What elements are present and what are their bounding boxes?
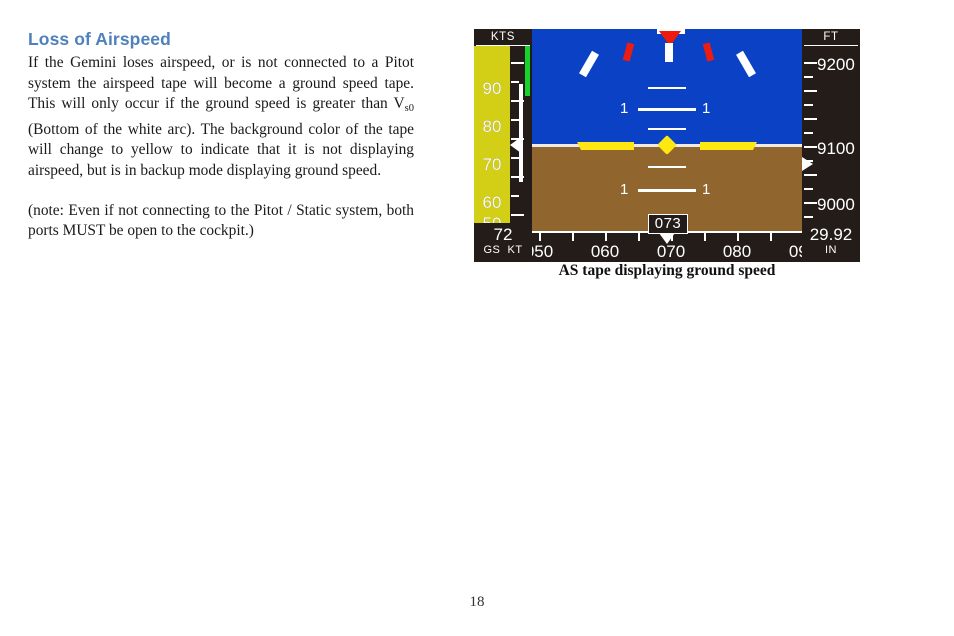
page-number: 18: [469, 594, 485, 610]
altitude-label-9000: 9000: [817, 195, 855, 214]
kt-label: KT: [507, 244, 523, 256]
altitude-tick-major: [804, 90, 817, 92]
airspeed-tick-minor: [511, 119, 519, 121]
airspeed-tick-major: [511, 214, 524, 216]
altitude-label-9200: 9200: [817, 55, 855, 74]
heading-tape: 050 060 070 080 090: [532, 231, 802, 262]
pitch-bar-plus-15: [648, 87, 686, 89]
article-paragraph-2: (note: Even if not connecting to the Pit…: [28, 201, 414, 240]
altitude-tick-major: [804, 146, 817, 148]
altitude-tick-minor: [804, 104, 813, 106]
airspeed-label-80: 80: [482, 117, 502, 136]
heading-tick: [572, 233, 574, 241]
heading-tick: [737, 233, 739, 241]
primary-flight-display: KTS FT 90 80 70 60 50 72: [474, 29, 860, 262]
heading-label-080: 080: [722, 242, 752, 261]
airspeed-tick-minor: [511, 81, 519, 83]
airspeed-tick-minor: [511, 157, 519, 159]
airspeed-label-70: 70: [482, 155, 502, 174]
aircraft-symbol-left-wing: [577, 142, 634, 150]
heading-readout-box: 073: [648, 214, 688, 234]
airspeed-tick-major: [511, 62, 524, 64]
altitude-tick-major: [804, 118, 817, 120]
white-arc-band: [519, 84, 523, 182]
aircraft-symbol-right-wing: [700, 142, 757, 150]
pitch-bar-minus-5: [648, 166, 686, 168]
pitch-label-plus10-left: 1: [620, 100, 629, 117]
pitch-bar-plus-5: [648, 128, 686, 130]
ground-speed-readout: 72 GS KT: [474, 223, 532, 262]
vs0-subscript: s0: [404, 103, 414, 115]
heading-label-070: 070: [656, 242, 686, 261]
heading-tick: [770, 233, 772, 241]
attitude-indicator: 1 1 1 1: [532, 29, 802, 231]
article-paragraph-1: If the Gemini loses airspeed, or is not …: [28, 53, 414, 182]
pitch-label-minus10-right: 1: [702, 181, 711, 198]
pfd-figure: KTS FT 90 80 70 60 50 72: [474, 29, 860, 262]
pitch-bar-minus-10: [638, 189, 696, 192]
pitch-label-minus10-left: 1: [620, 181, 629, 198]
heading-pointer-triangle-icon: [659, 233, 675, 244]
airspeed-tape: 90 80 70 60 50: [474, 46, 532, 223]
airspeed-tape-header: KTS: [474, 29, 532, 45]
altitude-tick-major: [804, 62, 817, 64]
airspeed-pointer: [510, 137, 521, 153]
ground-speed-value: 72: [493, 225, 513, 244]
page-title: Loss of Airspeed: [28, 29, 171, 49]
heading-tick: [704, 233, 706, 241]
roll-pointer-stem: [665, 43, 673, 62]
airspeed-label-60: 60: [482, 193, 502, 212]
heading-tick: [638, 233, 640, 241]
green-arc-band: [525, 46, 530, 96]
airspeed-label-90: 90: [482, 79, 502, 98]
heading-label-090: 090: [788, 242, 802, 261]
gs-label: GS: [483, 244, 501, 256]
pitch-label-plus10-right: 1: [702, 100, 711, 117]
heading-tick: [605, 233, 607, 241]
barometric-setting-readout: 29.92 IN: [802, 223, 860, 262]
altitude-tick-minor: [804, 188, 813, 190]
figure-caption: AS tape displaying ground speed: [558, 262, 776, 279]
altitude-tick-minor: [804, 132, 813, 134]
paragraph-1-part-a: If the Gemini loses airspeed, or is not …: [28, 54, 414, 113]
heading-tick: [539, 233, 541, 241]
airspeed-label-50: 50: [474, 214, 510, 223]
altitude-tick-minor: [804, 76, 813, 78]
article-text-column: Loss of Airspeed If the Gemini loses air…: [28, 28, 414, 242]
baro-value: 29.92: [809, 225, 853, 244]
altitude-tape: 9200 9100 9000: [802, 46, 860, 223]
altitude-tape-header: FT: [802, 29, 860, 45]
baro-units: IN: [825, 244, 837, 256]
ground-speed-units: GS KT: [474, 244, 532, 257]
altitude-tick-major: [804, 202, 817, 204]
pitch-bar-plus-10: [638, 108, 696, 111]
altitude-tick-major: [804, 174, 817, 176]
paragraph-1-part-b: (Bottom of the white arc). The backgroun…: [28, 120, 414, 179]
heading-label-050: 050: [532, 242, 554, 261]
altitude-label-9100: 9100: [817, 139, 855, 158]
airspeed-tick-minor: [511, 195, 519, 197]
heading-label-060: 060: [590, 242, 620, 261]
altitude-pointer: [802, 157, 813, 171]
altitude-tick-minor: [804, 216, 813, 218]
